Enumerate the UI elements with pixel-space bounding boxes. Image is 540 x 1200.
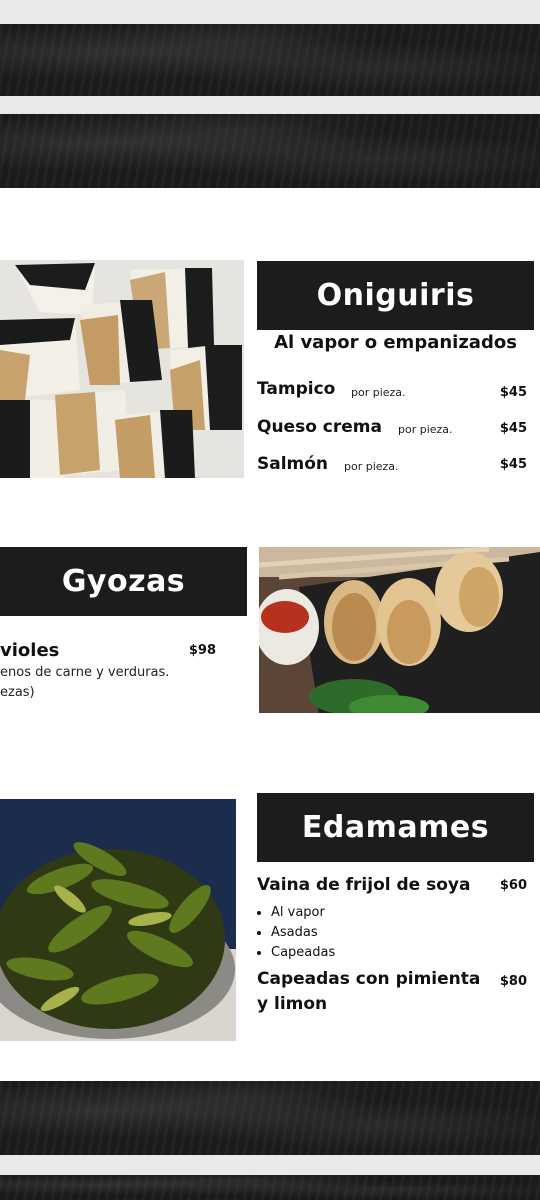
gyoza-item-price: $98 xyxy=(188,643,216,658)
oniguiri-illustration xyxy=(0,260,244,478)
bottom-banner xyxy=(0,1081,540,1155)
edamame-item2-price: $80 xyxy=(499,974,527,989)
edamame-option: Capeadas xyxy=(271,943,335,963)
edamame-options-list: Al vapor Asadas Capeadas xyxy=(257,903,335,963)
gyoza-desc-line1: enos de carne y verduras. xyxy=(0,665,170,680)
gyozas-title: Gyozas xyxy=(61,564,186,599)
oniguiri-item-note: por pieza. xyxy=(344,460,399,473)
oniguiri-item-name-queso-crema: Queso crema xyxy=(257,417,382,437)
gyoza-illustration xyxy=(259,547,540,713)
edamame-option: Asadas xyxy=(271,923,335,943)
top-banner xyxy=(0,24,540,96)
bottom-gap-strip xyxy=(0,1155,540,1175)
edamame-item2-name-line2: y limon xyxy=(257,994,328,1014)
banner-gap-strip xyxy=(0,96,540,114)
edamame-illustration xyxy=(0,799,236,1041)
oniguiris-title-box: Oniguiris xyxy=(257,261,534,330)
oniguiri-item-note: por pieza. xyxy=(351,386,406,399)
oniguiri-item-name-salmon: Salmón xyxy=(257,454,329,474)
oniguiris-subtitle: Al vapor o empanizados xyxy=(274,332,517,353)
edamame-option: Al vapor xyxy=(271,903,335,923)
edamame-item1-name: Vaina de frijol de soya xyxy=(257,875,471,895)
edamame-item2-name-line1: Capeadas con pimienta xyxy=(257,969,481,989)
oniguiri-item-price: $45 xyxy=(499,385,527,400)
gyoza-item-name: violes xyxy=(0,640,60,661)
oniguiri-photo xyxy=(0,260,244,478)
oniguiri-item-price: $45 xyxy=(499,457,527,472)
edamame-photo xyxy=(0,799,236,1041)
edamames-title-box: Edamames xyxy=(257,793,534,862)
gyoza-desc-line2: ezas) xyxy=(0,685,35,700)
gyozas-title-box: Gyozas xyxy=(0,547,247,616)
footer-banner xyxy=(0,1175,540,1200)
edamames-title: Edamames xyxy=(301,810,490,845)
edamame-item1-price: $60 xyxy=(499,878,527,893)
oniguiri-item-note: por pieza. xyxy=(398,423,453,436)
gyoza-photo xyxy=(259,547,540,713)
top-gap-strip xyxy=(0,0,540,24)
second-banner xyxy=(0,114,540,188)
oniguiris-title: Oniguiris xyxy=(316,278,475,313)
oniguiri-item-name-tampico: Tampico xyxy=(257,379,336,399)
oniguiri-item-price: $45 xyxy=(499,421,527,436)
